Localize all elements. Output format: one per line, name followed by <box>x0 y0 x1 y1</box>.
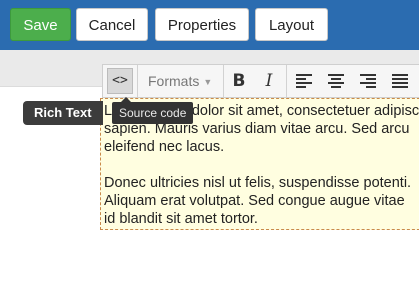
editor-line: Aliquam erat volutpat. Sed congue augue … <box>104 193 405 209</box>
properties-button[interactable]: Properties <box>155 8 249 41</box>
chevron-down-icon: ▼ <box>203 77 213 88</box>
align-right-icon[interactable] <box>355 65 381 97</box>
formats-label: Formats <box>148 73 200 89</box>
toolbar-divider <box>286 65 287 97</box>
align-left-icon[interactable] <box>291 65 317 97</box>
editor-toolbar: <> Formats ▼ B I <box>102 64 419 98</box>
align-justify-icon[interactable] <box>387 65 413 97</box>
editor-line: id blandit sit amet tortor. <box>104 211 258 227</box>
formats-dropdown[interactable]: Formats ▼ <box>148 65 212 97</box>
field-label: Rich Text <box>23 101 103 125</box>
italic-icon[interactable]: I <box>256 65 282 97</box>
cancel-button[interactable]: Cancel <box>76 8 148 41</box>
toolbar-divider <box>223 65 224 97</box>
top-action-bar: Save Cancel Properties Layout <box>0 0 419 50</box>
source-code-tooltip: Source code <box>112 97 194 124</box>
align-center-icon[interactable] <box>323 65 349 97</box>
toolbar-divider <box>137 65 138 97</box>
editor-line: eleifend nec lacus. <box>104 139 225 155</box>
editor-line: Donec ultricies nisl ut felis, suspendis… <box>104 175 412 191</box>
source-code-icon[interactable]: <> <box>107 68 133 94</box>
bold-icon[interactable]: B <box>226 65 252 97</box>
save-button[interactable]: Save <box>10 8 71 41</box>
layout-button[interactable]: Layout <box>255 8 328 41</box>
